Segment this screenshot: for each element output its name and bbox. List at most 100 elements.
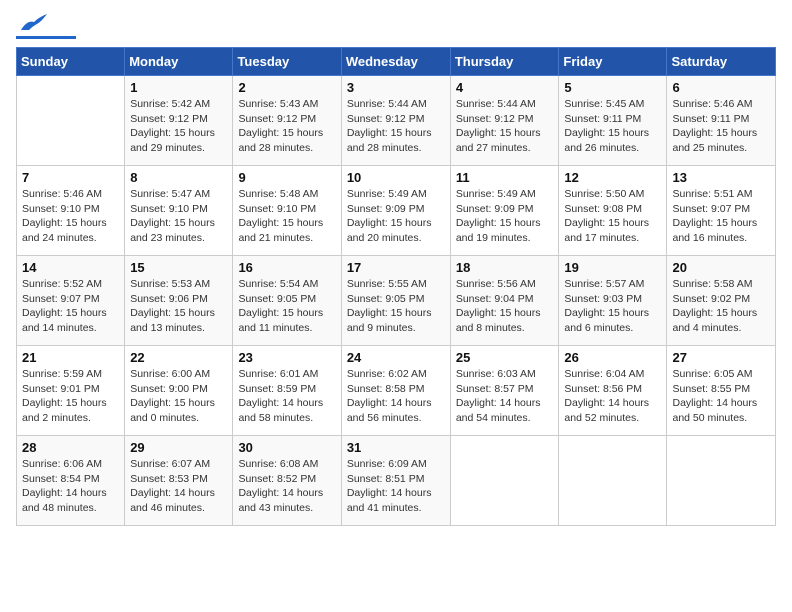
calendar-cell: 12 Sunrise: 5:50 AM Sunset: 9:08 PM Dayli… xyxy=(559,166,667,256)
day-number: 22 xyxy=(130,350,227,365)
calendar-cell: 26 Sunrise: 6:04 AM Sunset: 8:56 PM Dayli… xyxy=(559,346,667,436)
day-info: Sunrise: 5:46 AM Sunset: 9:11 PM Dayligh… xyxy=(672,97,770,156)
calendar-cell: 3 Sunrise: 5:44 AM Sunset: 9:12 PM Daylig… xyxy=(341,76,450,166)
calendar-cell: 13 Sunrise: 5:51 AM Sunset: 9:07 PM Dayli… xyxy=(667,166,776,256)
calendar-cell: 5 Sunrise: 5:45 AM Sunset: 9:11 PM Daylig… xyxy=(559,76,667,166)
day-info: Sunrise: 6:01 AM Sunset: 8:59 PM Dayligh… xyxy=(238,367,335,426)
calendar-table: SundayMondayTuesdayWednesdayThursdayFrid… xyxy=(16,47,776,526)
day-number: 21 xyxy=(22,350,119,365)
calendar-cell xyxy=(559,436,667,526)
week-row-1: 7 Sunrise: 5:46 AM Sunset: 9:10 PM Daylig… xyxy=(17,166,776,256)
day-info: Sunrise: 5:52 AM Sunset: 9:07 PM Dayligh… xyxy=(22,277,119,336)
calendar-cell: 9 Sunrise: 5:48 AM Sunset: 9:10 PM Daylig… xyxy=(233,166,341,256)
calendar-cell: 23 Sunrise: 6:01 AM Sunset: 8:59 PM Dayli… xyxy=(233,346,341,436)
calendar-cell: 28 Sunrise: 6:06 AM Sunset: 8:54 PM Dayli… xyxy=(17,436,125,526)
day-number: 27 xyxy=(672,350,770,365)
day-info: Sunrise: 5:57 AM Sunset: 9:03 PM Dayligh… xyxy=(564,277,661,336)
header-day-monday: Monday xyxy=(125,48,233,76)
header-day-thursday: Thursday xyxy=(450,48,559,76)
day-number: 12 xyxy=(564,170,661,185)
day-number: 13 xyxy=(672,170,770,185)
day-info: Sunrise: 6:04 AM Sunset: 8:56 PM Dayligh… xyxy=(564,367,661,426)
day-info: Sunrise: 5:45 AM Sunset: 9:11 PM Dayligh… xyxy=(564,97,661,156)
calendar-cell: 21 Sunrise: 5:59 AM Sunset: 9:01 PM Dayli… xyxy=(17,346,125,436)
calendar-cell: 19 Sunrise: 5:57 AM Sunset: 9:03 PM Dayli… xyxy=(559,256,667,346)
day-info: Sunrise: 5:44 AM Sunset: 9:12 PM Dayligh… xyxy=(456,97,554,156)
calendar-cell: 14 Sunrise: 5:52 AM Sunset: 9:07 PM Dayli… xyxy=(17,256,125,346)
calendar-header: SundayMondayTuesdayWednesdayThursdayFrid… xyxy=(17,48,776,76)
calendar-cell: 16 Sunrise: 5:54 AM Sunset: 9:05 PM Dayli… xyxy=(233,256,341,346)
day-number: 8 xyxy=(130,170,227,185)
day-info: Sunrise: 6:06 AM Sunset: 8:54 PM Dayligh… xyxy=(22,457,119,516)
header-day-saturday: Saturday xyxy=(667,48,776,76)
day-number: 4 xyxy=(456,80,554,95)
day-number: 25 xyxy=(456,350,554,365)
day-number: 10 xyxy=(347,170,445,185)
logo xyxy=(16,16,76,39)
header-row: SundayMondayTuesdayWednesdayThursdayFrid… xyxy=(17,48,776,76)
day-number: 2 xyxy=(238,80,335,95)
calendar-cell: 31 Sunrise: 6:09 AM Sunset: 8:51 PM Dayli… xyxy=(341,436,450,526)
day-info: Sunrise: 5:48 AM Sunset: 9:10 PM Dayligh… xyxy=(238,187,335,246)
day-number: 6 xyxy=(672,80,770,95)
calendar-cell: 24Sunrise: 6:02 AM Sunset: 8:58 PM Dayli… xyxy=(341,346,450,436)
day-number: 3 xyxy=(347,80,445,95)
logo-divider xyxy=(16,36,76,39)
day-info: Sunrise: 5:49 AM Sunset: 9:09 PM Dayligh… xyxy=(347,187,445,246)
calendar-cell: 7 Sunrise: 5:46 AM Sunset: 9:10 PM Daylig… xyxy=(17,166,125,256)
day-number: 1 xyxy=(130,80,227,95)
day-number: 5 xyxy=(564,80,661,95)
calendar-cell: 8 Sunrise: 5:47 AM Sunset: 9:10 PM Daylig… xyxy=(125,166,233,256)
header-day-friday: Friday xyxy=(559,48,667,76)
calendar-cell xyxy=(667,436,776,526)
day-number: 19 xyxy=(564,260,661,275)
day-number: 18 xyxy=(456,260,554,275)
header-day-wednesday: Wednesday xyxy=(341,48,450,76)
day-number: 15 xyxy=(130,260,227,275)
day-info: Sunrise: 5:47 AM Sunset: 9:10 PM Dayligh… xyxy=(130,187,227,246)
calendar-body: 1Sunrise: 5:42 AM Sunset: 9:12 PM Daylig… xyxy=(17,76,776,526)
day-number: 7 xyxy=(22,170,119,185)
calendar-cell: 1Sunrise: 5:42 AM Sunset: 9:12 PM Daylig… xyxy=(125,76,233,166)
calendar-cell: 29Sunrise: 6:07 AM Sunset: 8:53 PM Dayli… xyxy=(125,436,233,526)
day-number: 31 xyxy=(347,440,445,455)
day-number: 23 xyxy=(238,350,335,365)
calendar-cell: 30Sunrise: 6:08 AM Sunset: 8:52 PM Dayli… xyxy=(233,436,341,526)
day-info: Sunrise: 5:53 AM Sunset: 9:06 PM Dayligh… xyxy=(130,277,227,336)
week-row-3: 21 Sunrise: 5:59 AM Sunset: 9:01 PM Dayli… xyxy=(17,346,776,436)
day-number: 11 xyxy=(456,170,554,185)
day-number: 26 xyxy=(564,350,661,365)
day-info: Sunrise: 5:54 AM Sunset: 9:05 PM Dayligh… xyxy=(238,277,335,336)
header-day-sunday: Sunday xyxy=(17,48,125,76)
calendar-cell: 20 Sunrise: 5:58 AM Sunset: 9:02 PM Dayli… xyxy=(667,256,776,346)
day-number: 24 xyxy=(347,350,445,365)
logo-bird-icon xyxy=(19,12,49,34)
day-info: Sunrise: 5:56 AM Sunset: 9:04 PM Dayligh… xyxy=(456,277,554,336)
calendar-cell: 22 Sunrise: 6:00 AM Sunset: 9:00 PM Dayli… xyxy=(125,346,233,436)
day-info: Sunrise: 5:44 AM Sunset: 9:12 PM Dayligh… xyxy=(347,97,445,156)
day-info: Sunrise: 6:00 AM Sunset: 9:00 PM Dayligh… xyxy=(130,367,227,426)
day-number: 16 xyxy=(238,260,335,275)
day-number: 17 xyxy=(347,260,445,275)
week-row-0: 1Sunrise: 5:42 AM Sunset: 9:12 PM Daylig… xyxy=(17,76,776,166)
calendar-cell: 4 Sunrise: 5:44 AM Sunset: 9:12 PM Daylig… xyxy=(450,76,559,166)
day-info: Sunrise: 5:43 AM Sunset: 9:12 PM Dayligh… xyxy=(238,97,335,156)
calendar-cell: 17Sunrise: 5:55 AM Sunset: 9:05 PM Dayli… xyxy=(341,256,450,346)
day-number: 20 xyxy=(672,260,770,275)
day-info: Sunrise: 5:46 AM Sunset: 9:10 PM Dayligh… xyxy=(22,187,119,246)
day-number: 14 xyxy=(22,260,119,275)
calendar-cell: 10 Sunrise: 5:49 AM Sunset: 9:09 PM Dayli… xyxy=(341,166,450,256)
calendar-cell: 27Sunrise: 6:05 AM Sunset: 8:55 PM Dayli… xyxy=(667,346,776,436)
day-info: Sunrise: 5:50 AM Sunset: 9:08 PM Dayligh… xyxy=(564,187,661,246)
day-info: Sunrise: 5:51 AM Sunset: 9:07 PM Dayligh… xyxy=(672,187,770,246)
day-info: Sunrise: 6:09 AM Sunset: 8:51 PM Dayligh… xyxy=(347,457,445,516)
day-number: 28 xyxy=(22,440,119,455)
day-info: Sunrise: 5:58 AM Sunset: 9:02 PM Dayligh… xyxy=(672,277,770,336)
calendar-cell xyxy=(450,436,559,526)
day-info: Sunrise: 6:03 AM Sunset: 8:57 PM Dayligh… xyxy=(456,367,554,426)
day-number: 9 xyxy=(238,170,335,185)
calendar-cell xyxy=(17,76,125,166)
day-info: Sunrise: 6:08 AM Sunset: 8:52 PM Dayligh… xyxy=(238,457,335,516)
day-info: Sunrise: 5:59 AM Sunset: 9:01 PM Dayligh… xyxy=(22,367,119,426)
calendar-cell: 18 Sunrise: 5:56 AM Sunset: 9:04 PM Dayli… xyxy=(450,256,559,346)
